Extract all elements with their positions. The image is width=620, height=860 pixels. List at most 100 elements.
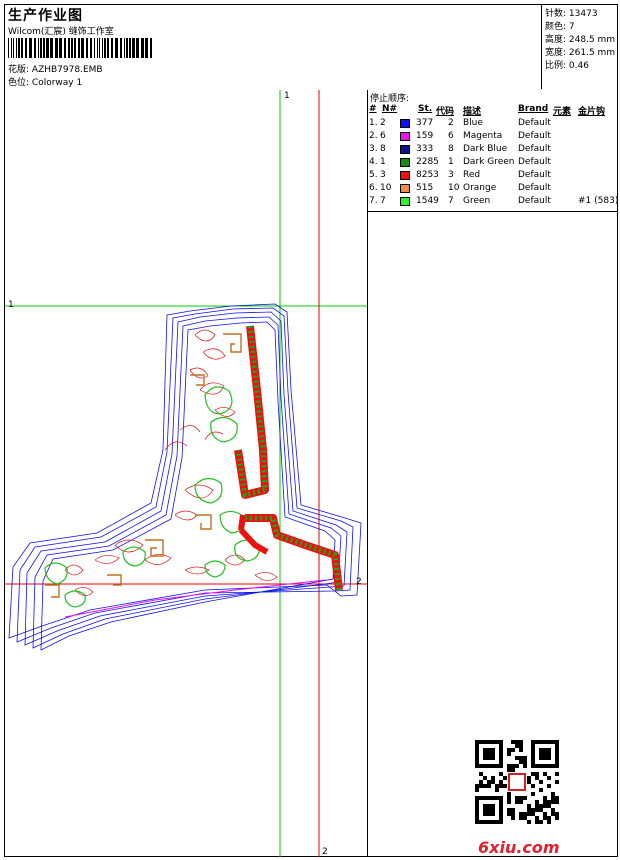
stat-label: 比例: [545, 61, 567, 71]
row-needle: 6 [380, 131, 386, 141]
col-header-stitches: St. [418, 104, 433, 114]
row-num: 6. [369, 183, 378, 193]
color-swatch [400, 184, 410, 193]
row-stitches: 377 [416, 118, 434, 128]
stat-width: 宽度: 261.5 mm [545, 45, 615, 58]
color-swatch [400, 197, 410, 206]
row-stitches: 8253 [416, 170, 439, 180]
watermark: 6xiu.com [478, 838, 560, 857]
stat-value: 7 [568, 22, 575, 32]
row-num: 1. [369, 118, 378, 128]
stop-sequence-row: 3. 8 333 8 Dark Blue Default [368, 144, 618, 157]
row-description: Orange [463, 183, 497, 193]
row-code: 6 [448, 131, 454, 141]
row-brand: Default [518, 131, 551, 141]
stat-value: 13473 [568, 9, 598, 19]
design-label: 花版: [8, 65, 30, 75]
row-num: 7. [369, 196, 378, 206]
design-line: 花版: AZHB7978.EMB [8, 62, 103, 75]
row-brand: Default [518, 196, 551, 206]
row-extra: #1 (583) [578, 196, 619, 206]
row-description: Dark Green [463, 157, 515, 167]
row-description: Dark Blue [463, 144, 508, 154]
col-header-element: 元素 [553, 107, 572, 117]
row-needle: 10 [380, 183, 392, 193]
row-brand: Default [518, 157, 551, 167]
row-needle: 1 [380, 157, 386, 167]
stop-sequence-row: 6. 10 515 10 Orange Default [368, 183, 618, 196]
design-file: AZHB7978.EMB [31, 65, 103, 75]
stat-value: 248.5 mm [568, 35, 616, 45]
row-description: Green [463, 196, 491, 206]
row-stitches: 515 [416, 183, 434, 193]
page-title: 生产作业图 [8, 8, 83, 24]
stat-scale: 比例: 0.46 [545, 58, 589, 71]
color-swatch [400, 145, 410, 154]
color-swatch [400, 171, 410, 180]
fret-motif-orange [45, 333, 242, 598]
col-header-n: N# [382, 104, 398, 114]
col-header-sequin: 金片钩 [578, 107, 606, 117]
stop-sequence-row: 2. 6 159 6 Magenta Default [368, 131, 618, 144]
stat-label: 宽度: [545, 48, 567, 58]
row-stitches: 1549 [416, 196, 439, 206]
col-header-brand: Brand [518, 104, 549, 114]
row-needle: 8 [380, 144, 386, 154]
row-num: 2. [369, 131, 378, 141]
embroidery-drawing [5, 90, 367, 857]
row-brand: Default [518, 170, 551, 180]
row-num: 5. [369, 170, 378, 180]
stop-sequence-row: 5. 3 8253 3 Red Default [368, 170, 618, 183]
colorway-value: Colorway 1 [31, 78, 83, 88]
design-stats: 针数: 13473 颜色: 7 高度: 248.5 mm 宽度: 261.5 m… [542, 5, 617, 89]
guide-label-right: 2 [356, 577, 362, 587]
guide-label-left: 1 [8, 300, 14, 310]
row-num: 3. [369, 144, 378, 154]
stat-colors: 颜色: 7 [545, 19, 575, 32]
row-stitches: 159 [416, 131, 434, 141]
row-code: 3 [448, 170, 454, 180]
design-preview: 1 1 2 2 [5, 90, 368, 857]
row-brand: Default [518, 144, 551, 154]
row-needle: 2 [380, 118, 386, 128]
row-code: 1 [448, 157, 454, 167]
stop-sequence-row: 1. 2 377 2 Blue Default [368, 118, 618, 131]
panel-divider [368, 211, 617, 212]
row-stitches: 333 [416, 144, 434, 154]
row-code: 10 [448, 183, 460, 193]
stop-sequence-panel: 停止顺序: # N# St. 代码 描述 Brand 元素 金片钩 1. 2 377… [368, 90, 618, 857]
colorway-line: 色位: Colorway 1 [8, 75, 82, 88]
header-info: 生产作业图 Wilcom(汇宸) 缝饰工作室 花版: AZHB7978.EMB … [5, 5, 542, 89]
row-code: 7 [448, 196, 454, 206]
production-worksheet: 生产作业图 Wilcom(汇宸) 缝饰工作室 花版: AZHB7978.EMB … [4, 4, 618, 857]
row-brand: Default [518, 118, 551, 128]
col-header-num: # [369, 104, 377, 114]
stop-sequence-title: 停止顺序: [370, 94, 410, 104]
outline-blue [8, 303, 362, 651]
company-name: Wilcom(汇宸) 缝饰工作室 [8, 27, 114, 37]
guide-label-bottom: 2 [322, 847, 328, 857]
stat-label: 颜色: [545, 22, 567, 32]
colorway-label: 色位: [8, 78, 30, 88]
row-needle: 7 [380, 196, 386, 206]
row-brand: Default [518, 183, 551, 193]
row-needle: 3 [380, 170, 386, 180]
guide-label-top: 1 [284, 91, 290, 101]
stat-stitches: 针数: 13473 [545, 6, 598, 19]
row-num: 4. [369, 157, 378, 167]
stop-sequence-row: 4. 1 2285 1 Dark Green Default [368, 157, 618, 170]
color-swatch [400, 158, 410, 167]
color-swatch [400, 119, 410, 128]
qr-code [475, 740, 559, 824]
stat-value: 0.46 [568, 61, 589, 71]
row-description: Blue [463, 118, 483, 128]
stat-value: 261.5 mm [568, 48, 616, 58]
stat-label: 高度: [545, 35, 567, 45]
col-header-desc: 描述 [463, 107, 482, 117]
stop-sequence-row: 7. 7 1549 7 Green Default #1 (583) [368, 196, 618, 209]
row-code: 2 [448, 118, 454, 128]
col-header-code: 代码 [436, 107, 455, 117]
row-description: Magenta [463, 131, 503, 141]
stat-height: 高度: 248.5 mm [545, 32, 615, 45]
row-description: Red [463, 170, 481, 180]
